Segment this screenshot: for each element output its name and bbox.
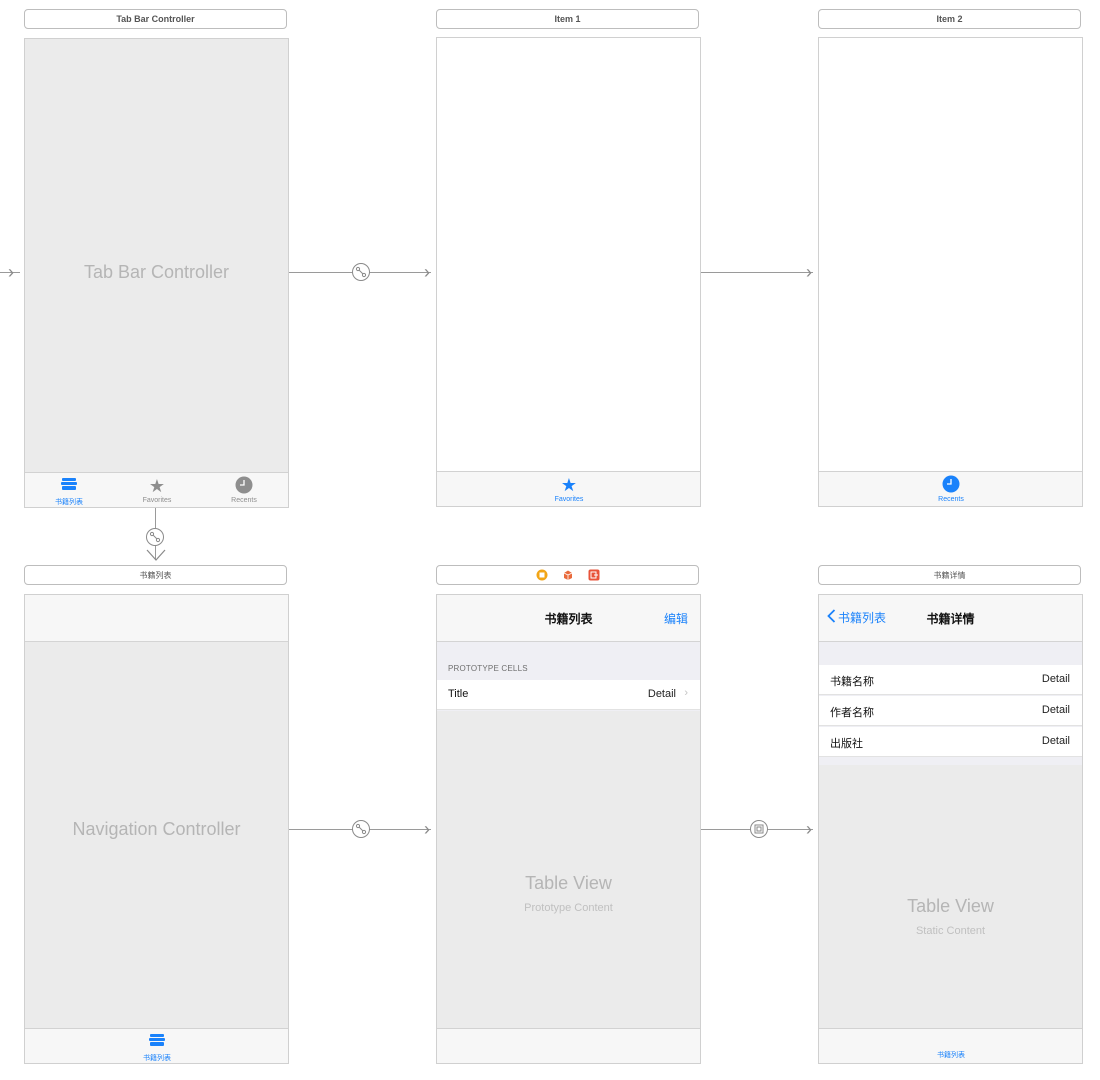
tab-label: 书籍列表: [55, 499, 83, 506]
prototype-cell[interactable]: Title Detail ›: [437, 680, 700, 710]
relationship-segue-icon[interactable]: [352, 820, 370, 838]
tab-item-book-list[interactable]: 书籍列表: [127, 1032, 187, 1063]
show-segue-icon[interactable]: [750, 820, 768, 838]
tab-bar-controller-scene[interactable]: Tab Bar Controller 书籍列表 ★ Favorites Rece…: [24, 38, 289, 508]
tab-label: 书籍列表: [143, 1055, 171, 1062]
clock-icon: [214, 476, 274, 496]
scene-placeholder-label: Tab Bar Controller: [83, 262, 230, 282]
scene-title-item2[interactable]: Item 2: [818, 9, 1081, 29]
arrowhead-icon: ›: [424, 262, 430, 282]
navigation-bar: [25, 595, 288, 642]
cell-title: 书籍名称: [830, 676, 874, 688]
tab-label: Recents: [231, 497, 257, 504]
relationship-segue-icon[interactable]: [352, 263, 370, 281]
tab-item-favorites[interactable]: ★ Favorites: [127, 476, 187, 504]
scene-title-tab-bar-controller[interactable]: Tab Bar Controller: [24, 9, 287, 29]
scene-title-navigation-controller[interactable]: 书籍列表: [24, 565, 287, 585]
tab-bar: 书籍列表 ★ Favorites Recents: [25, 472, 288, 507]
arrowhead-icon: ›: [424, 819, 430, 839]
scene-title-book-detail[interactable]: 书籍详情: [818, 565, 1081, 585]
cell-title: 作者名称: [830, 707, 874, 719]
nav-title: 书籍列表: [544, 612, 593, 626]
clock-icon: [921, 475, 981, 495]
book-detail-scene[interactable]: 书籍列表 书籍详情 书籍名称 Detail 作者名称 Detail 出版社 De…: [818, 594, 1083, 1064]
tab-item-recents[interactable]: Recents: [921, 475, 981, 503]
relationship-segue-icon[interactable]: [146, 528, 164, 546]
cell-title: Title: [448, 688, 469, 700]
table-view-label: Table View: [907, 896, 994, 916]
scene-title-item1[interactable]: Item 1: [436, 9, 699, 29]
tab-label: Favorites: [554, 496, 584, 503]
arrowhead-icon: ›: [8, 262, 14, 282]
cell-title: 出版社: [830, 738, 863, 750]
exit-icon[interactable]: [588, 569, 600, 581]
cell-detail: Detail: [1041, 673, 1070, 685]
books-icon: [39, 476, 99, 496]
nav-title: 书籍详情: [926, 612, 975, 626]
view-controller-icon[interactable]: [536, 569, 548, 581]
item2-scene[interactable]: Recents: [818, 37, 1083, 507]
cell-detail: Detail: [1041, 735, 1070, 747]
table-view-label: Table View: [525, 873, 612, 893]
static-cell[interactable]: 作者名称 Detail: [819, 696, 1082, 726]
book-list-scene[interactable]: 书籍列表 编辑 PROTOTYPE CELLS Title Detail › T…: [436, 594, 701, 1064]
tab-label: 书籍列表: [937, 1052, 965, 1059]
tab-item-book-list[interactable]: 书籍列表: [921, 1049, 981, 1060]
arrowhead-icon: ›: [806, 262, 812, 282]
table-view-placeholder: Table View Prototype Content: [437, 711, 700, 1029]
tab-bar: 书籍列表: [819, 1028, 1082, 1063]
edit-button[interactable]: 编辑: [664, 610, 688, 627]
tab-bar: [437, 1028, 700, 1063]
tab-label: Favorites: [142, 497, 172, 504]
star-icon: ★: [560, 475, 578, 495]
star-icon: ★: [148, 476, 166, 496]
tab-item-book-list[interactable]: 书籍列表: [39, 476, 99, 507]
chevron-right-icon: ›: [684, 687, 688, 699]
tab-bar: 书籍列表: [25, 1028, 288, 1063]
navigation-bar: 书籍列表 书籍详情: [819, 595, 1082, 642]
tab-label: Recents: [938, 496, 964, 503]
navigation-controller-scene[interactable]: Navigation Controller 书籍列表: [24, 594, 289, 1064]
table-view-sublabel: Static Content: [915, 925, 986, 937]
tab-item-recents[interactable]: Recents: [214, 476, 274, 504]
first-responder-icon[interactable]: [562, 569, 574, 581]
static-cell[interactable]: 出版社 Detail: [819, 727, 1082, 757]
item1-scene[interactable]: ★ Favorites: [436, 37, 701, 507]
tab-item-favorites[interactable]: ★ Favorites: [539, 475, 599, 503]
section-header: PROTOTYPE CELLS: [448, 664, 528, 673]
cell-detail: Detail: [647, 688, 676, 700]
books-icon: [127, 1032, 187, 1052]
tab-bar: Recents: [819, 471, 1082, 506]
cell-detail: Detail: [1041, 704, 1070, 716]
table-view-placeholder: Table View Static Content: [819, 765, 1082, 1029]
scene-placeholder-label: Navigation Controller: [72, 819, 241, 839]
table-view-sublabel: Prototype Content: [524, 902, 613, 914]
navigation-bar: 书籍列表 编辑: [437, 595, 700, 642]
scene-dock-book-list[interactable]: [436, 565, 699, 585]
arrowhead-icon: ›: [806, 819, 812, 839]
static-cell[interactable]: 书籍名称 Detail: [819, 665, 1082, 695]
tab-bar: ★ Favorites: [437, 471, 700, 506]
